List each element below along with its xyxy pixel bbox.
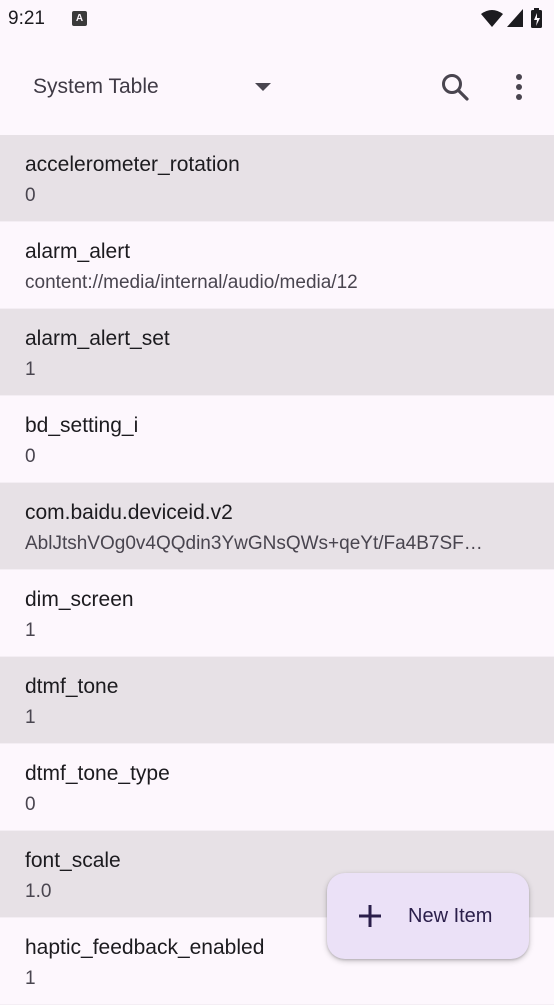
- item-name: bd_setting_i: [25, 414, 139, 437]
- item-value: 1: [25, 707, 36, 728]
- item-value: content://media/internal/audio/media/12: [25, 272, 358, 293]
- table-select-dropdown[interactable]: System Table: [17, 62, 287, 112]
- item-name: alarm_alert_set: [25, 327, 170, 350]
- item-value: 1: [25, 620, 36, 641]
- table-select-label: System Table: [33, 75, 159, 98]
- new-item-label: New Item: [408, 905, 493, 927]
- list-item[interactable]: alarm_alert content://media/internal/aud…: [0, 222, 554, 309]
- battery-icon: [531, 8, 542, 28]
- signal-icon: [507, 9, 523, 27]
- list-item[interactable]: com.baidu.deviceid.v2 AblJtshVOg0v4QQdin…: [0, 483, 554, 570]
- dropdown-arrow-icon: [253, 80, 273, 99]
- item-value: 0: [25, 446, 36, 467]
- list-item[interactable]: dim_screen 1: [0, 570, 554, 657]
- item-name: accelerometer_rotation: [25, 153, 240, 176]
- status-bar: 9:21: [0, 0, 554, 40]
- item-value: 0: [25, 794, 36, 815]
- item-name: dtmf_tone: [25, 675, 119, 698]
- list-item[interactable]: alarm_alert_set 1: [0, 309, 554, 396]
- wifi-icon: [481, 10, 503, 27]
- list-item[interactable]: accelerometer_rotation 0: [0, 135, 554, 222]
- item-value: 1: [25, 968, 36, 989]
- notification-a-icon: [72, 11, 87, 26]
- list-item[interactable]: dtmf_tone_type 0: [0, 744, 554, 831]
- more-vert-icon: [516, 74, 522, 100]
- item-name: dim_screen: [25, 588, 134, 611]
- item-value: AblJtshVOg0v4QQdin3YwGNsQWs+qeYt/Fa4B7SF…: [25, 533, 483, 554]
- plus-icon: [358, 904, 382, 933]
- item-name: haptic_feedback_enabled: [25, 936, 265, 959]
- status-time: 9:21: [8, 8, 45, 29]
- item-value: 0: [25, 185, 36, 206]
- search-icon: [442, 74, 469, 101]
- list-item[interactable]: dtmf_tone 1: [0, 657, 554, 744]
- item-value: 1: [25, 359, 36, 380]
- more-options-button[interactable]: [497, 62, 545, 110]
- search-button[interactable]: [430, 62, 478, 110]
- item-name: alarm_alert: [25, 240, 131, 263]
- toolbar: System Table: [0, 40, 554, 134]
- item-name: dtmf_tone_type: [25, 762, 170, 785]
- status-icons: [480, 7, 546, 29]
- list-item[interactable]: bd_setting_i 0: [0, 396, 554, 483]
- item-name: com.baidu.deviceid.v2: [25, 501, 233, 524]
- item-name: font_scale: [25, 849, 121, 872]
- new-item-button[interactable]: New Item: [327, 873, 529, 959]
